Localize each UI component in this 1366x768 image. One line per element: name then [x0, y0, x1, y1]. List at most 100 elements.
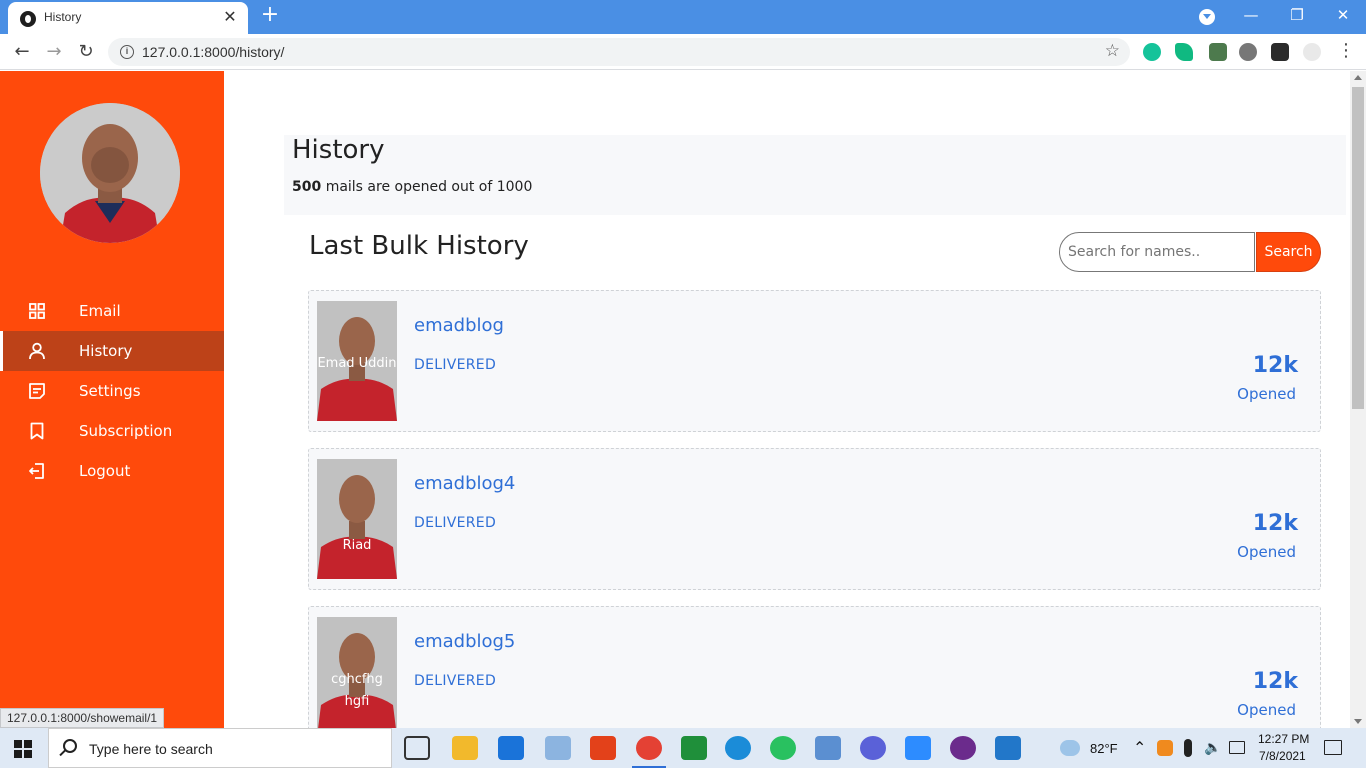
sidebar-item-settings[interactable]: Settings — [0, 371, 224, 411]
extension-icon[interactable] — [1175, 43, 1193, 61]
extension-badge-icon[interactable] — [1209, 43, 1227, 61]
virtualbox-icon[interactable] — [815, 736, 841, 760]
weather-temp[interactable]: 82°F — [1090, 741, 1118, 756]
close-window-button[interactable]: ✕ — [1328, 4, 1358, 28]
history-card[interactable]: cghcfhg hgfi emadblog5 DELIVERED 12k Ope… — [308, 606, 1321, 748]
chrome-icon[interactable] — [632, 736, 666, 768]
back-button[interactable]: ← — [10, 40, 34, 64]
history-card[interactable]: Riad emadblog4 DELIVERED 12k Opened — [308, 448, 1321, 590]
page-favicon-icon — [20, 11, 36, 27]
office-icon[interactable] — [590, 736, 616, 760]
pycharm-icon[interactable] — [681, 736, 707, 760]
taskbar-search-placeholder: Type here to search — [89, 741, 213, 757]
whatsapp-icon[interactable] — [770, 736, 796, 760]
card-status: DELIVERED — [414, 357, 497, 373]
browser-tab[interactable]: History ✕ — [8, 2, 248, 34]
sidebar-item-label: Email — [79, 302, 121, 320]
logout-icon — [29, 463, 44, 479]
grammarly-extension-icon[interactable] — [1143, 43, 1161, 61]
search-button[interactable]: Search — [1256, 232, 1321, 272]
reload-button[interactable]: ↻ — [74, 40, 98, 64]
history-card[interactable]: Emad Uddin emadblog DELIVERED 12k Opened — [308, 290, 1321, 432]
card-thumbnail: Emad Uddin — [317, 301, 397, 421]
edge-icon[interactable] — [725, 736, 751, 760]
browser-toolbar: ← → ↻ i 127.0.0.1:8000/history/ ☆ ⋮ — [0, 34, 1366, 70]
tab-title: History — [44, 10, 82, 24]
opened-summary: 500 mails are opened out of 1000 — [292, 179, 532, 195]
clock-date[interactable]: 7/8/2021 — [1259, 749, 1306, 763]
vscode-icon[interactable] — [995, 736, 1021, 760]
card-name-link[interactable]: emadblog4 — [414, 473, 515, 494]
sidebar-item-label: Logout — [79, 462, 131, 480]
puzzle-extensions-icon[interactable] — [1271, 43, 1289, 61]
bookmark-icon — [30, 422, 44, 440]
windows-start-icon[interactable] — [14, 740, 32, 758]
page-scrollbar[interactable] — [1350, 71, 1366, 728]
card-status: DELIVERED — [414, 673, 497, 689]
card-thumbnail-text: cghcfhg hgfi — [331, 672, 383, 709]
sidebar-item-label: History — [79, 342, 133, 360]
weather-icon[interactable] — [1060, 740, 1080, 756]
network-icon[interactable] — [1229, 741, 1245, 754]
microphone-icon[interactable] — [1184, 739, 1192, 757]
file-explorer-icon[interactable] — [452, 736, 478, 760]
github-desktop-icon[interactable] — [950, 736, 976, 760]
clock-time[interactable]: 12:27 PM — [1258, 732, 1309, 746]
url-text[interactable]: 127.0.0.1:8000/history/ — [142, 44, 284, 60]
volume-icon[interactable]: 🔈 — [1204, 739, 1221, 756]
zoom-icon[interactable] — [905, 736, 931, 760]
sidebar-item-subscription[interactable]: Subscription — [0, 411, 224, 451]
profile-avatar — [40, 103, 180, 243]
restore-button[interactable]: ❐ — [1282, 4, 1312, 28]
new-tab-button[interactable]: + — [258, 4, 282, 28]
sidebar-item-history[interactable]: History — [0, 331, 224, 371]
document-icon — [29, 383, 45, 399]
opened-count: 500 — [292, 179, 322, 195]
card-thumbnail-text: Emad Uddin — [317, 356, 397, 371]
bug-extension-icon[interactable] — [1239, 43, 1257, 61]
sidebar-item-logout[interactable]: Logout — [0, 451, 224, 491]
scrollbar-thumb[interactable] — [1352, 87, 1364, 409]
sidebar-item-label: Subscription — [79, 422, 173, 440]
opened-summary-text: mails are opened out of 1000 — [325, 179, 533, 195]
notification-icon[interactable] — [1324, 740, 1342, 755]
card-opened-count: 12k — [1252, 353, 1298, 378]
pc-icon[interactable] — [545, 736, 571, 760]
windows-taskbar: Type here to search 82°F ⌃ 🔈 12:27 PM 7/… — [0, 728, 1366, 768]
page-title: History — [292, 135, 385, 165]
card-opened-label: Opened — [1237, 385, 1296, 403]
tab-search-icon[interactable] — [1199, 9, 1215, 25]
grid-icon — [29, 303, 45, 319]
mail-icon[interactable] — [498, 736, 524, 760]
address-bar[interactable]: i 127.0.0.1:8000/history/ ☆ — [108, 38, 1130, 66]
bookmark-star-icon[interactable]: ☆ — [1105, 41, 1120, 61]
card-opened-count: 12k — [1252, 669, 1298, 694]
tray-chevron-icon[interactable]: ⌃ — [1133, 738, 1146, 758]
browser-tab-bar: History ✕ + — ❐ ✕ — [0, 0, 1366, 34]
scroll-down-icon[interactable] — [1354, 719, 1362, 724]
sidebar-item-email[interactable]: Email — [0, 291, 224, 331]
tab-close-button[interactable]: ✕ — [220, 7, 240, 26]
card-thumbnail: Riad — [317, 459, 397, 579]
card-status: DELIVERED — [414, 515, 497, 531]
card-name-link[interactable]: emadblog5 — [414, 631, 515, 652]
card-name-link[interactable]: emadblog — [414, 315, 504, 336]
profile-avatar-icon[interactable] — [1303, 43, 1321, 61]
main-content: History 500 mails are opened out of 1000… — [224, 71, 1350, 748]
site-info-icon[interactable]: i — [120, 45, 134, 59]
forward-button[interactable]: → — [42, 40, 66, 64]
card-opened-label: Opened — [1237, 543, 1296, 561]
minimize-button[interactable]: — — [1236, 4, 1266, 28]
card-thumbnail-text: Riad — [342, 538, 372, 553]
taskbar-search-box[interactable]: Type here to search — [48, 728, 392, 768]
link-status-url: 127.0.0.1:8000/showemail/1 — [0, 708, 165, 728]
task-view-icon[interactable] — [404, 736, 430, 760]
search-input[interactable] — [1059, 232, 1255, 272]
card-opened-count: 12k — [1252, 511, 1298, 536]
card-opened-label: Opened — [1237, 701, 1296, 719]
discord-icon[interactable] — [860, 736, 886, 760]
tray-app-icon[interactable] — [1157, 740, 1173, 756]
scroll-up-icon[interactable] — [1354, 75, 1362, 80]
user-icon — [29, 342, 45, 360]
menu-kebab-icon[interactable]: ⋮ — [1334, 39, 1358, 63]
